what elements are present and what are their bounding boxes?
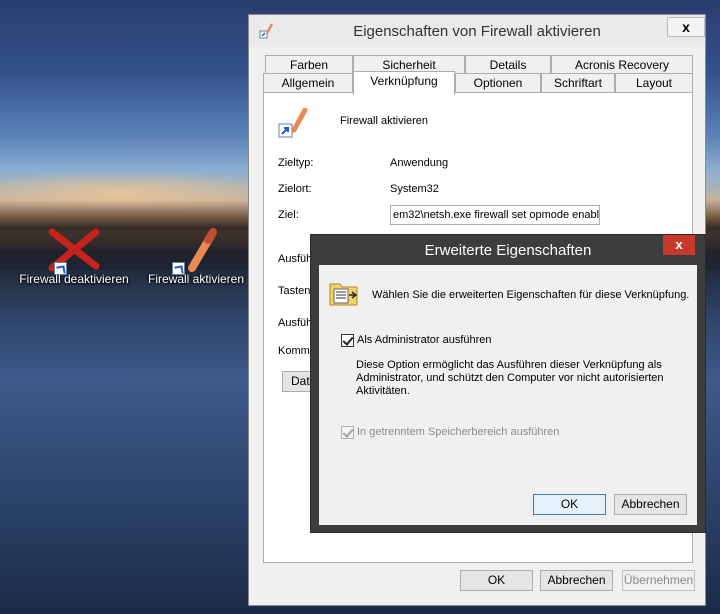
target-location-label: Zielort: — [278, 183, 312, 195]
pencil-icon — [188, 228, 217, 272]
apply-button: Übernehmen — [622, 570, 695, 591]
tab-schriftart[interactable]: Schriftart — [541, 73, 615, 93]
desktop-icon-firewall-aktivieren[interactable]: Firewall aktivieren — [136, 228, 256, 286]
cancel-button[interactable]: Abbrechen — [540, 570, 613, 591]
dialog-cancel-button[interactable]: Abbrechen — [614, 494, 687, 515]
dialog-close-button[interactable]: x — [663, 235, 695, 255]
run-as-admin-description: Diese Option ermöglicht das Ausführen di… — [356, 359, 664, 397]
tab-layout[interactable]: Layout — [615, 73, 693, 93]
tab-acronis-recovery[interactable]: Acronis Recovery — [551, 55, 693, 75]
tab-verknuepfung[interactable]: Verknüpfung — [353, 71, 455, 95]
run-mode-label: Ausfüh — [278, 317, 313, 329]
dialog-ok-button[interactable]: OK — [533, 494, 606, 515]
window-titlebar[interactable]: Eigenschaften von Firewall aktivieren x — [249, 15, 705, 47]
shortcut-arrow-icon — [172, 262, 185, 275]
run-in-label: Ausfüh — [278, 253, 313, 265]
run-as-admin-checkbox[interactable] — [341, 334, 354, 347]
tab-details[interactable]: Details — [465, 55, 551, 75]
checkmark-icon — [342, 426, 354, 438]
window-title: Eigenschaften von Firewall aktivieren — [353, 23, 601, 40]
target-input[interactable]: em32\netsh.exe firewall set opmode enabl… — [390, 205, 600, 225]
dialog-intro-text: Wählen Sie die erweiterten Eigenschaften… — [372, 289, 690, 301]
dialog-title: Erweiterte Eigenschaften — [424, 242, 592, 259]
run-as-admin-label[interactable]: Als Administrator ausführen — [357, 334, 492, 346]
properties-list-icon — [329, 283, 358, 306]
target-type-label: Zieltyp: — [278, 157, 314, 169]
desktop-icon-firewall-deaktivieren[interactable]: Firewall deaktivieren — [14, 228, 134, 286]
hotkey-label: Tasten — [278, 285, 311, 297]
pencil-shortcut-icon — [278, 108, 308, 138]
tab-farben[interactable]: Farben — [265, 55, 353, 75]
desktop-icon-label: Firewall deaktivieren — [19, 272, 129, 286]
checkmark-icon — [342, 334, 354, 346]
separate-memory-label: In getrenntem Speicherbereich ausführen — [357, 426, 560, 438]
tab-allgemein[interactable]: Allgemein — [263, 73, 353, 93]
target-type-value: Anwendung — [390, 157, 449, 169]
shortcut-name: Firewall aktivieren — [340, 115, 429, 127]
separate-memory-checkbox — [341, 426, 354, 439]
dialog-body: Wählen Sie die erweiterten Eigenschaften… — [319, 265, 697, 525]
tab-optionen[interactable]: Optionen — [455, 73, 541, 93]
red-x-icon — [48, 228, 100, 272]
target-location-value: System32 — [390, 183, 439, 195]
advanced-properties-dialog: Erweiterte Eigenschaften x Wählen Sie di… — [310, 234, 706, 533]
ok-button[interactable]: OK — [460, 570, 533, 591]
desktop-icon-label: Firewall aktivieren — [147, 272, 245, 286]
shortcut-arrow-icon — [54, 262, 67, 275]
close-button[interactable]: x — [667, 17, 705, 37]
target-label: Ziel: — [278, 209, 299, 221]
